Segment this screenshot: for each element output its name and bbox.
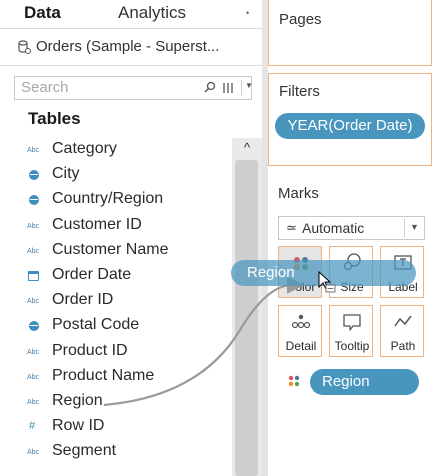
field-label: Category xyxy=(52,140,117,157)
search-icon[interactable] xyxy=(203,80,217,96)
field-item[interactable]: Abc Region xyxy=(0,390,232,415)
filters-card-title: Filters xyxy=(279,83,320,100)
tooltip-button-label: Tooltip xyxy=(334,339,370,353)
field-item[interactable]: # Row ID xyxy=(0,415,232,440)
pages-card-title: Pages xyxy=(279,11,322,28)
string-icon: Abc xyxy=(27,147,40,154)
path-button-label: Path xyxy=(390,339,416,353)
field-item[interactable]: Abc Product ID xyxy=(0,340,232,365)
number-icon: # xyxy=(29,420,36,433)
tooltip-icon xyxy=(343,314,361,331)
path-button[interactable]: Path xyxy=(380,305,424,357)
field-label: Customer Name xyxy=(52,240,169,258)
color-encoding-icon xyxy=(288,375,300,387)
detail-button-label: Detail xyxy=(285,339,317,353)
field-label: Product ID xyxy=(52,341,128,359)
field-item[interactable]: City xyxy=(0,163,232,188)
field-label: Segment xyxy=(52,442,117,460)
chevron-down-icon[interactable]: ▼ xyxy=(410,222,419,232)
globe-icon xyxy=(29,321,39,332)
tooltip-button[interactable]: Tooltip xyxy=(329,305,373,357)
mark-type-value: Automatic xyxy=(302,220,365,236)
string-icon: Abc xyxy=(27,373,40,381)
field-label: Order ID xyxy=(52,291,114,309)
pane-grip-icon[interactable]: • xyxy=(246,8,249,18)
view-toggle-icon[interactable] xyxy=(221,81,235,95)
path-icon xyxy=(394,315,412,327)
datasource-name: Orders (Sample - Superst... xyxy=(36,38,220,55)
field-label: Order Date xyxy=(52,266,132,283)
field-search-input[interactable]: Search ▼ xyxy=(14,76,253,100)
field-label: Region xyxy=(52,392,103,409)
field-item[interactable]: Abc Customer ID xyxy=(0,214,232,239)
filter-pill-year-order-date[interactable]: YEAR(Order Date) xyxy=(275,113,425,139)
data-pane-tabs: Data Analytics • xyxy=(0,0,262,28)
string-icon: Abc xyxy=(27,298,40,306)
cursor-icon xyxy=(318,271,336,293)
globe-icon xyxy=(29,170,39,181)
field-label: Postal Code xyxy=(52,316,140,334)
field-label: Row ID xyxy=(52,417,105,435)
field-label: Country/Region xyxy=(52,190,164,208)
data-pane: Data Analytics • Orders (Sample - Supers… xyxy=(0,0,262,476)
tables-heading: Tables xyxy=(28,109,81,128)
detail-icon xyxy=(291,314,311,329)
field-item[interactable]: Order Date xyxy=(0,264,232,289)
search-divider xyxy=(241,80,242,96)
datasource-item[interactable]: Orders (Sample - Superst... xyxy=(0,28,262,66)
field-item[interactable]: Abc Category xyxy=(0,138,232,163)
string-icon: Abc xyxy=(27,449,40,457)
mark-type-dropdown[interactable]: ≃ Automatic ▼ xyxy=(278,216,425,240)
field-label: Product Name xyxy=(52,366,155,384)
field-item[interactable]: Abc Customer Name xyxy=(0,239,232,264)
mark-type-divider xyxy=(404,219,405,237)
tab-data[interactable]: Data xyxy=(24,0,61,28)
string-icon: Abc xyxy=(27,348,40,356)
field-item[interactable]: Postal Code xyxy=(0,314,232,339)
scrollbar-thumb[interactable] xyxy=(235,160,258,476)
detail-button[interactable]: Detail xyxy=(278,305,322,357)
field-item[interactable]: Country/Region xyxy=(0,188,232,213)
field-item[interactable]: Abc Order ID xyxy=(0,289,232,314)
field-item[interactable]: Abc Product Name xyxy=(0,365,232,390)
string-icon: Abc xyxy=(27,247,40,255)
field-label: City xyxy=(52,165,80,183)
datasource-icon xyxy=(18,40,31,54)
pages-card[interactable]: Pages xyxy=(268,0,432,66)
automatic-mark-icon: ≃ xyxy=(286,220,297,235)
string-icon: Abc xyxy=(27,399,40,406)
marks-region-pill[interactable]: Region xyxy=(310,369,419,395)
marks-card-title: Marks xyxy=(278,185,319,202)
calendar-icon xyxy=(28,271,39,281)
globe-icon xyxy=(29,195,39,206)
field-item[interactable]: Abc Segment xyxy=(0,440,232,465)
search-placeholder: Search xyxy=(21,79,69,96)
tab-analytics[interactable]: Analytics xyxy=(118,0,186,28)
chevron-down-icon[interactable]: ▼ xyxy=(245,81,253,90)
field-label: Customer ID xyxy=(52,215,142,233)
string-icon: Abc xyxy=(27,222,40,230)
scroll-up-icon[interactable]: ^ xyxy=(244,140,250,155)
